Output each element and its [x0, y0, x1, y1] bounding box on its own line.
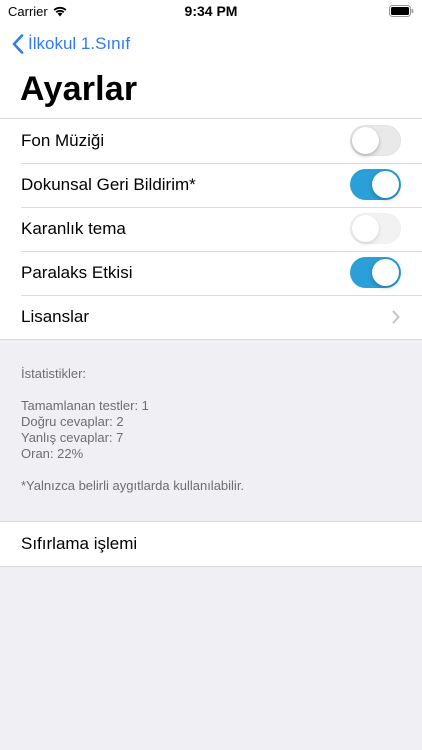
- setting-row-haptic-feedback: Dokunsal Geri Bildirim*: [0, 163, 422, 207]
- completed-tests-text: Tamamlanan testler: 1: [21, 398, 149, 413]
- reset-label: Sıfırlama işlemi: [21, 534, 138, 553]
- footnote-text: *Yalnızca belirli aygıtlarda kullanılabi…: [21, 478, 245, 493]
- ratio-text: Oran: 22%: [21, 446, 84, 461]
- chevron-left-icon: [12, 34, 24, 54]
- settings-list: Fon Müziği Dokunsal Geri Bildirim* Karan…: [0, 118, 422, 340]
- toggle-knob: [372, 259, 399, 286]
- back-button-label: İlkokul 1.Sınıf: [28, 34, 131, 53]
- setting-row-licenses[interactable]: Lisanslar: [0, 295, 422, 339]
- background-music-toggle[interactable]: [350, 125, 401, 156]
- haptic-feedback-toggle[interactable]: [350, 169, 401, 200]
- statistics-heading: İstatistikler:: [21, 366, 87, 381]
- correct-answers-text: Doğru cevaplar: 2: [21, 414, 124, 429]
- battery-icon: [389, 5, 414, 17]
- reset-row[interactable]: Sıfırlama işlemi: [0, 522, 422, 566]
- reset-section: Sıfırlama işlemi: [0, 521, 422, 567]
- toggle-knob: [352, 214, 379, 242]
- parallax-effect-toggle[interactable]: [350, 257, 401, 288]
- setting-label: Lisanslar: [21, 307, 90, 326]
- page-title: Ayarlar: [20, 70, 138, 108]
- toggle-knob: [372, 171, 399, 198]
- toggle-knob: [352, 126, 379, 154]
- chevron-right-icon: [392, 310, 400, 324]
- back-button[interactable]: İlkokul 1.Sınıf: [12, 32, 130, 56]
- setting-row-background-music: Fon Müziği: [0, 119, 422, 163]
- navigation-header: İlkokul 1.Sınıf Ayarlar: [0, 22, 422, 118]
- setting-row-parallax-effect: Paralaks Etkisi: [0, 251, 422, 295]
- wrong-answers-text: Yanlış cevaplar: 7: [21, 430, 124, 445]
- setting-row-dark-theme: Karanlık tema: [0, 207, 422, 251]
- statistics-section: İstatistikler: Tamamlanan testler: 1 Doğ…: [21, 366, 244, 494]
- status-time: 9:34 PM: [184, 3, 238, 19]
- dark-theme-toggle[interactable]: [350, 213, 401, 244]
- status-bar: Carrier 9:34 PM: [0, 0, 422, 22]
